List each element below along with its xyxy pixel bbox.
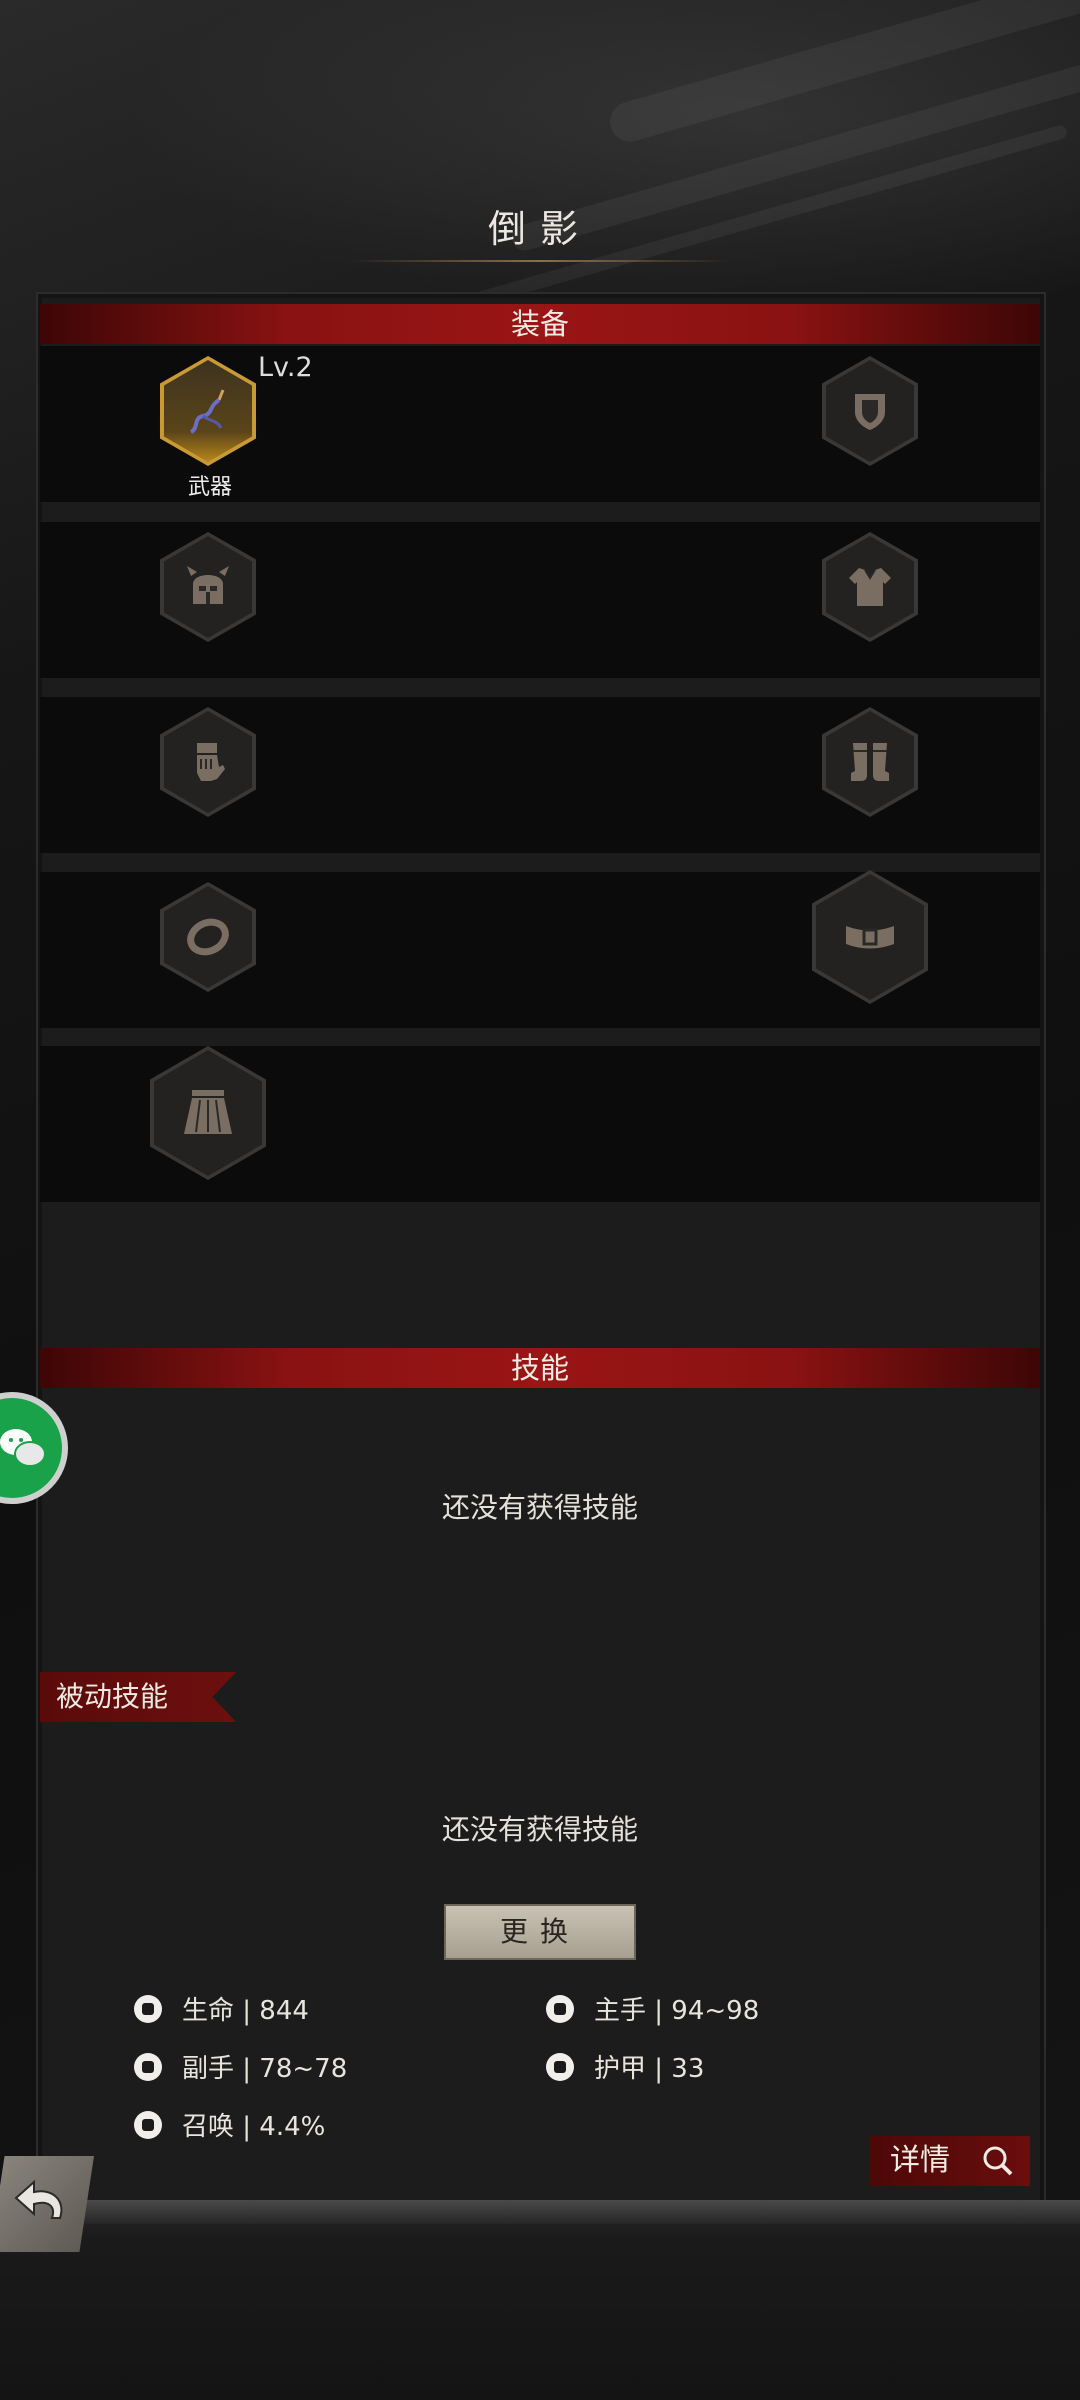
stat-summon-text: 召唤 | 4.4% (182, 2112, 326, 2142)
bottom-bar (0, 2200, 1080, 2400)
stat-off-hand-text: 副手 | 78~78 (182, 2054, 348, 2084)
active-skills-empty: 还没有获得技能 (441, 1491, 638, 1524)
stat-off-hand: 副手 | 78~78 (134, 2048, 347, 2085)
helmet-icon (187, 566, 229, 604)
magnifier-icon (983, 2146, 1013, 2176)
change-skills-button[interactable]: 更换 (444, 1904, 636, 1960)
armor-icon (546, 2052, 574, 2081)
passive-skills-label: 被动技能 (40, 1672, 236, 1722)
weapon-icon (189, 389, 225, 434)
details-label: 详情 (890, 2143, 950, 2178)
stat-life-text: 生命 | 844 (182, 1996, 309, 2026)
belt-icon (846, 926, 894, 949)
stat-main-hand: 主手 | 94~98 (546, 1990, 759, 2027)
stat-summon: 召唤 | 4.4% (134, 2106, 325, 2143)
stat-armor: 护甲 | 33 (546, 2048, 704, 2085)
cape-icon (184, 1090, 232, 1134)
sword-icon (546, 1994, 574, 2023)
chat-icon (0, 1429, 46, 1467)
back-arrow-icon (14, 2179, 63, 2219)
heart-icon (134, 1994, 162, 2023)
skills-header: 技能 (40, 1348, 1040, 1388)
bottom-edge (0, 2200, 1080, 2224)
passive-skills-empty: 还没有获得技能 (441, 1813, 638, 1846)
dagger-icon (134, 2052, 162, 2081)
shield-icon (855, 394, 885, 430)
chest-armor-icon (849, 568, 891, 606)
weapon-label: 武器 (187, 475, 232, 500)
page-title: 倒影 (487, 207, 592, 251)
gloves-icon (197, 743, 225, 781)
stat-life: 生命 | 844 (134, 1990, 309, 2027)
equipment-header: 装备 (40, 304, 1040, 344)
details-button[interactable]: 详情 (870, 2136, 1030, 2186)
stat-main-hand-text: 主手 | 94~98 (594, 1996, 760, 2026)
boots-icon (851, 743, 889, 781)
stat-armor-text: 护甲 | 33 (594, 2054, 705, 2084)
summon-icon (134, 2110, 162, 2139)
weapon-level: Lv.2 (258, 352, 313, 383)
back-button[interactable] (0, 2156, 94, 2252)
ring-icon (187, 918, 229, 956)
title-divider (350, 260, 730, 262)
